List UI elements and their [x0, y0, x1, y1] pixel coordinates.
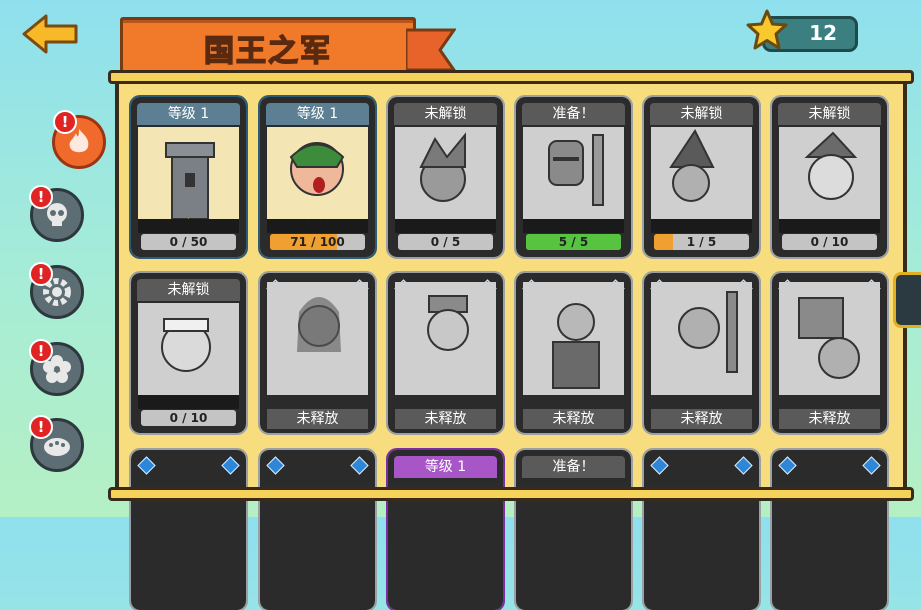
card-header: 等级 1	[137, 103, 240, 125]
hero-card[interactable]: 未释放	[514, 271, 633, 435]
progress-bar: 0 / 10	[782, 234, 877, 250]
hero-card[interactable]: 等级 1 ★★ 71 / 100	[258, 95, 377, 259]
gem-icon	[350, 456, 369, 475]
card-header: 未解锁	[778, 103, 881, 125]
alert-badge: !	[29, 262, 53, 286]
gem-icon	[221, 456, 240, 475]
card-footer: 未释放	[395, 409, 496, 429]
witch-portrait	[651, 127, 752, 219]
star-count-value: 12	[809, 21, 837, 45]
card-header: 准备！	[522, 456, 625, 478]
next-page-tab[interactable]	[893, 272, 921, 328]
hero-card[interactable]: 未释放	[770, 271, 889, 435]
siege-portrait	[779, 282, 880, 395]
tab-skull[interactable]: !	[29, 185, 84, 242]
gem-icon	[862, 456, 881, 475]
archer-portrait	[267, 282, 368, 395]
hero-card[interactable]: 未解锁 1 / 5	[642, 95, 761, 259]
hero-card[interactable]: 准备！ 5 / 5	[514, 95, 633, 259]
gem-icon	[734, 456, 753, 475]
progress-text: 0 / 50	[169, 235, 208, 249]
tab-gear[interactable]: !	[29, 262, 84, 319]
hero-card[interactable]: 等级 1 ★ 0 / 50	[129, 95, 248, 259]
commander-portrait	[523, 282, 624, 395]
tower-portrait	[138, 127, 239, 219]
alert-badge: !	[29, 185, 53, 209]
progress-bar: 5 / 5	[526, 234, 621, 250]
page-title: 国王之军	[203, 33, 332, 70]
panel-rail-top	[108, 70, 914, 84]
card-footer: 未释放	[651, 409, 752, 429]
hero-card[interactable]: 未释放	[258, 271, 377, 435]
alert-badge: !	[29, 339, 53, 363]
progress-text: 1 / 5	[686, 235, 717, 249]
star-icon	[746, 9, 788, 50]
hero-card[interactable]: 等级 1	[386, 448, 505, 610]
progress-bar: 0 / 5	[398, 234, 493, 250]
gem-icon	[137, 456, 156, 475]
jester-portrait	[395, 127, 496, 219]
card-footer: 未释放	[523, 409, 624, 429]
progress-text: 71 / 100	[290, 235, 345, 249]
progress-text: 5 / 5	[558, 235, 589, 249]
card-header: 准备！	[522, 103, 625, 125]
panel-rail-bottom	[108, 487, 914, 501]
progress-bar: 71 / 100	[270, 234, 365, 250]
hero-card[interactable]: 未解锁 0 / 5	[386, 95, 505, 259]
progress-bar: 0 / 10	[141, 410, 236, 426]
card-header: 未解锁	[137, 279, 240, 301]
card-header: 等级 1	[266, 103, 369, 125]
card-header: 等级 1	[394, 456, 497, 478]
progress-text: 0 / 10	[169, 411, 208, 425]
progress-text: 0 / 10	[810, 235, 849, 249]
knight-portrait	[523, 127, 624, 219]
progress-text: 0 / 5	[430, 235, 461, 249]
card-header: 未解锁	[650, 103, 753, 125]
hero-card[interactable]	[770, 448, 889, 610]
santa-portrait	[779, 127, 880, 219]
tab-fire[interactable]: !	[52, 110, 106, 169]
progress-bar: 0 / 50	[141, 234, 236, 250]
tab-shell[interactable]: !	[29, 415, 84, 472]
title-banner: 国王之军	[120, 17, 416, 77]
brute-portrait	[138, 303, 239, 395]
gem-icon	[778, 456, 797, 475]
swordsman-portrait	[651, 282, 752, 395]
gem-icon	[266, 456, 285, 475]
card-footer: 未释放	[779, 409, 880, 429]
hero-card[interactable]	[258, 448, 377, 610]
card-header: 未解锁	[394, 103, 497, 125]
hero-card[interactable]: 未释放	[386, 271, 505, 435]
banner-ribbon-tail	[406, 28, 456, 72]
hero-card[interactable]: 准备！	[514, 448, 633, 610]
hero-card[interactable]	[129, 448, 248, 610]
alert-badge: !	[53, 110, 77, 134]
card-footer: 未释放	[267, 409, 368, 429]
tab-flower[interactable]: !	[29, 339, 84, 396]
hero-card[interactable]: 未解锁 0 / 10	[770, 95, 889, 259]
hero-card[interactable]: 未解锁 0 / 10	[129, 271, 248, 435]
soldier-portrait	[267, 127, 368, 219]
alert-badge: !	[29, 415, 53, 439]
king-portrait	[395, 282, 496, 395]
progress-bar: 1 / 5	[654, 234, 749, 250]
back-arrow-icon[interactable]	[20, 12, 82, 56]
gem-icon	[650, 456, 669, 475]
hero-card[interactable]: 未释放	[642, 271, 761, 435]
hero-card[interactable]	[642, 448, 761, 610]
